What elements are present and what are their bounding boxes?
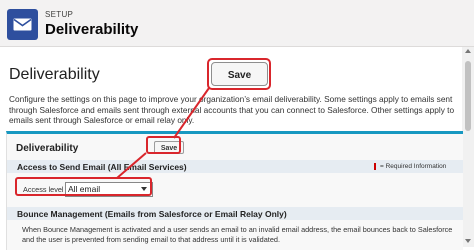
required-info-text: = Required Information: [380, 163, 447, 170]
highlight-save-box: [207, 58, 271, 90]
scroll-up-icon[interactable]: [465, 49, 471, 53]
scrollbar-thumb[interactable]: [465, 61, 471, 131]
panel-title: Deliverability: [16, 143, 79, 154]
scrollbar[interactable]: [462, 47, 474, 247]
bounce-section-header: Bounce Management (Emails from Salesforc…: [7, 207, 463, 220]
bounce-description: When Bounce Management is activated and …: [22, 225, 453, 244]
highlight-access-level-box: [15, 177, 152, 196]
required-indicator-icon: [374, 163, 376, 170]
header-title: Deliverability: [45, 21, 139, 38]
bounce-section-title: Bounce Management (Emails from Salesforc…: [17, 209, 287, 219]
access-section-title: Access to Send Email (All Email Services…: [17, 162, 187, 172]
highlight-panel-save-box: [146, 136, 181, 154]
page-description: Configure the settings on this page to i…: [9, 94, 455, 125]
scroll-down-icon[interactable]: [465, 239, 471, 243]
breadcrumb[interactable]: SETUP: [45, 10, 73, 19]
page-title: Deliverability: [9, 66, 100, 83]
envelope-icon: [7, 9, 38, 40]
access-section-header: Access to Send Email (All Email Services…: [7, 160, 463, 173]
setup-header: SETUP Deliverability: [0, 0, 474, 47]
